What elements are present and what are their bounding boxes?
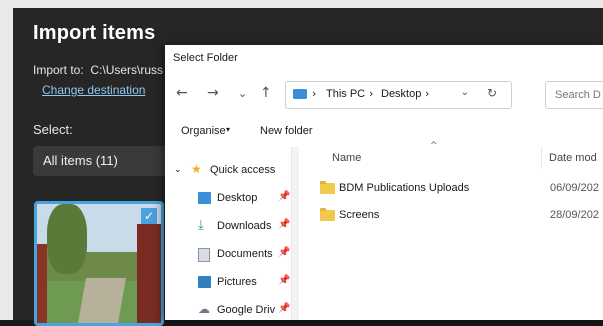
pin-icon: 📌 [278, 219, 291, 230]
import-to-path: C:\Users\russ [90, 63, 164, 77]
nav-item-downloads[interactable]: ⤓ Downloads 📌 [198, 218, 290, 238]
dialog-title: Select Folder [173, 52, 238, 64]
folder-icon [320, 208, 335, 221]
nav-label: Desktop [217, 192, 258, 204]
star-icon: ★ [191, 162, 202, 176]
crumb-this-pc[interactable]: This PC [326, 88, 365, 100]
search-input[interactable]: Search D [545, 81, 603, 109]
nav-label: Pictures [217, 276, 257, 288]
navigation-pane: ⌄ ★ Quick access Desktop 📌 ⤓ Downloads 📌… [165, 147, 292, 320]
quick-access-expander-icon[interactable]: ⌄ [174, 162, 189, 182]
crumb-separator: › [369, 87, 374, 100]
forward-arrow-icon[interactable]: → [207, 85, 219, 101]
change-destination-link[interactable]: Change destination [42, 83, 145, 97]
nav-item-google-drive[interactable]: ☁ Google Drive 📌 [198, 302, 290, 322]
nav-item-quick-access[interactable]: ★ Quick access [191, 162, 291, 182]
chevron-down-icon[interactable]: ▾ [226, 125, 230, 134]
import-title: Import items [33, 22, 156, 44]
refresh-icon[interactable]: ↻ [487, 86, 497, 100]
pin-icon: 📌 [278, 303, 290, 314]
select-folder-dialog: Select Folder ← → ⌄ ↑ › This PC › Deskto… [165, 45, 603, 320]
nav-label: Quick access [210, 164, 276, 176]
column-header-date[interactable]: Date mod [549, 152, 597, 164]
select-dropdown[interactable]: All items (11) [33, 146, 183, 176]
back-arrow-icon[interactable]: ← [176, 85, 188, 101]
column-divider[interactable] [541, 147, 542, 169]
file-list: ^ Name Date mod BDM Publications Uploads… [300, 141, 603, 320]
pin-icon: 📌 [278, 191, 291, 202]
organise-button[interactable]: Organise [181, 125, 226, 137]
thumbnail-tree [47, 204, 87, 274]
search-placeholder: Search D [555, 89, 601, 101]
address-dropdown-icon[interactable]: ⌄ [461, 87, 469, 98]
nav-pane-scrollbar[interactable] [292, 147, 299, 320]
window-frame: Import items Import to: C:\Users\russ Ch… [0, 0, 603, 326]
document-icon [198, 248, 210, 262]
folder-icon [320, 181, 335, 194]
address-row: ← → ⌄ ↑ › This PC › Desktop › ⌄ ↻ Search… [165, 79, 603, 109]
pin-icon: 📌 [278, 247, 291, 258]
nav-item-desktop[interactable]: Desktop 📌 [198, 190, 290, 210]
nav-item-documents[interactable]: Documents 📌 [198, 246, 290, 266]
file-name: BDM Publications Uploads [339, 182, 470, 194]
thumbnail-path [78, 278, 126, 323]
import-destination: Import to: C:\Users\russ [33, 63, 163, 77]
select-label: Select: [33, 122, 73, 137]
new-folder-button[interactable]: New folder [260, 125, 313, 137]
thumbnail-fence-left [37, 244, 47, 323]
select-dropdown-value: All items (11) [43, 153, 118, 168]
list-item[interactable]: BDM Publications Uploads 06/09/202 [320, 179, 603, 201]
cloud-icon: ☁ [198, 302, 210, 316]
file-date: 06/09/202 [550, 182, 599, 194]
pictures-icon [198, 276, 211, 288]
download-icon: ⤓ [198, 218, 204, 233]
crumb-separator: › [312, 87, 317, 100]
file-date: 28/09/202 [550, 209, 599, 221]
thumbnail-fence [137, 224, 161, 323]
recent-locations-icon[interactable]: ⌄ [238, 87, 247, 100]
nav-label: Documents [217, 248, 273, 260]
photo-thumbnail[interactable]: ✓ [34, 201, 164, 326]
selected-checkmark-icon[interactable]: ✓ [141, 208, 157, 224]
this-pc-icon [293, 89, 307, 99]
address-bar[interactable]: › This PC › Desktop › ⌄ ↻ [285, 81, 512, 109]
nav-label: Google Drive [217, 304, 275, 316]
sort-ascending-icon: ^ [430, 141, 438, 151]
nav-item-pictures[interactable]: Pictures 📌 [198, 274, 290, 294]
pin-icon: 📌 [278, 275, 291, 286]
column-header-name[interactable]: Name [332, 152, 361, 164]
import-to-label: Import to: [33, 63, 84, 77]
crumb-desktop[interactable]: Desktop [381, 88, 421, 100]
crumb-separator: › [425, 87, 430, 100]
list-item[interactable]: Screens 28/09/202 [320, 206, 603, 228]
desktop-icon [198, 192, 211, 204]
up-arrow-icon[interactable]: ↑ [260, 85, 272, 101]
nav-label: Downloads [217, 220, 272, 232]
file-name: Screens [339, 209, 380, 221]
